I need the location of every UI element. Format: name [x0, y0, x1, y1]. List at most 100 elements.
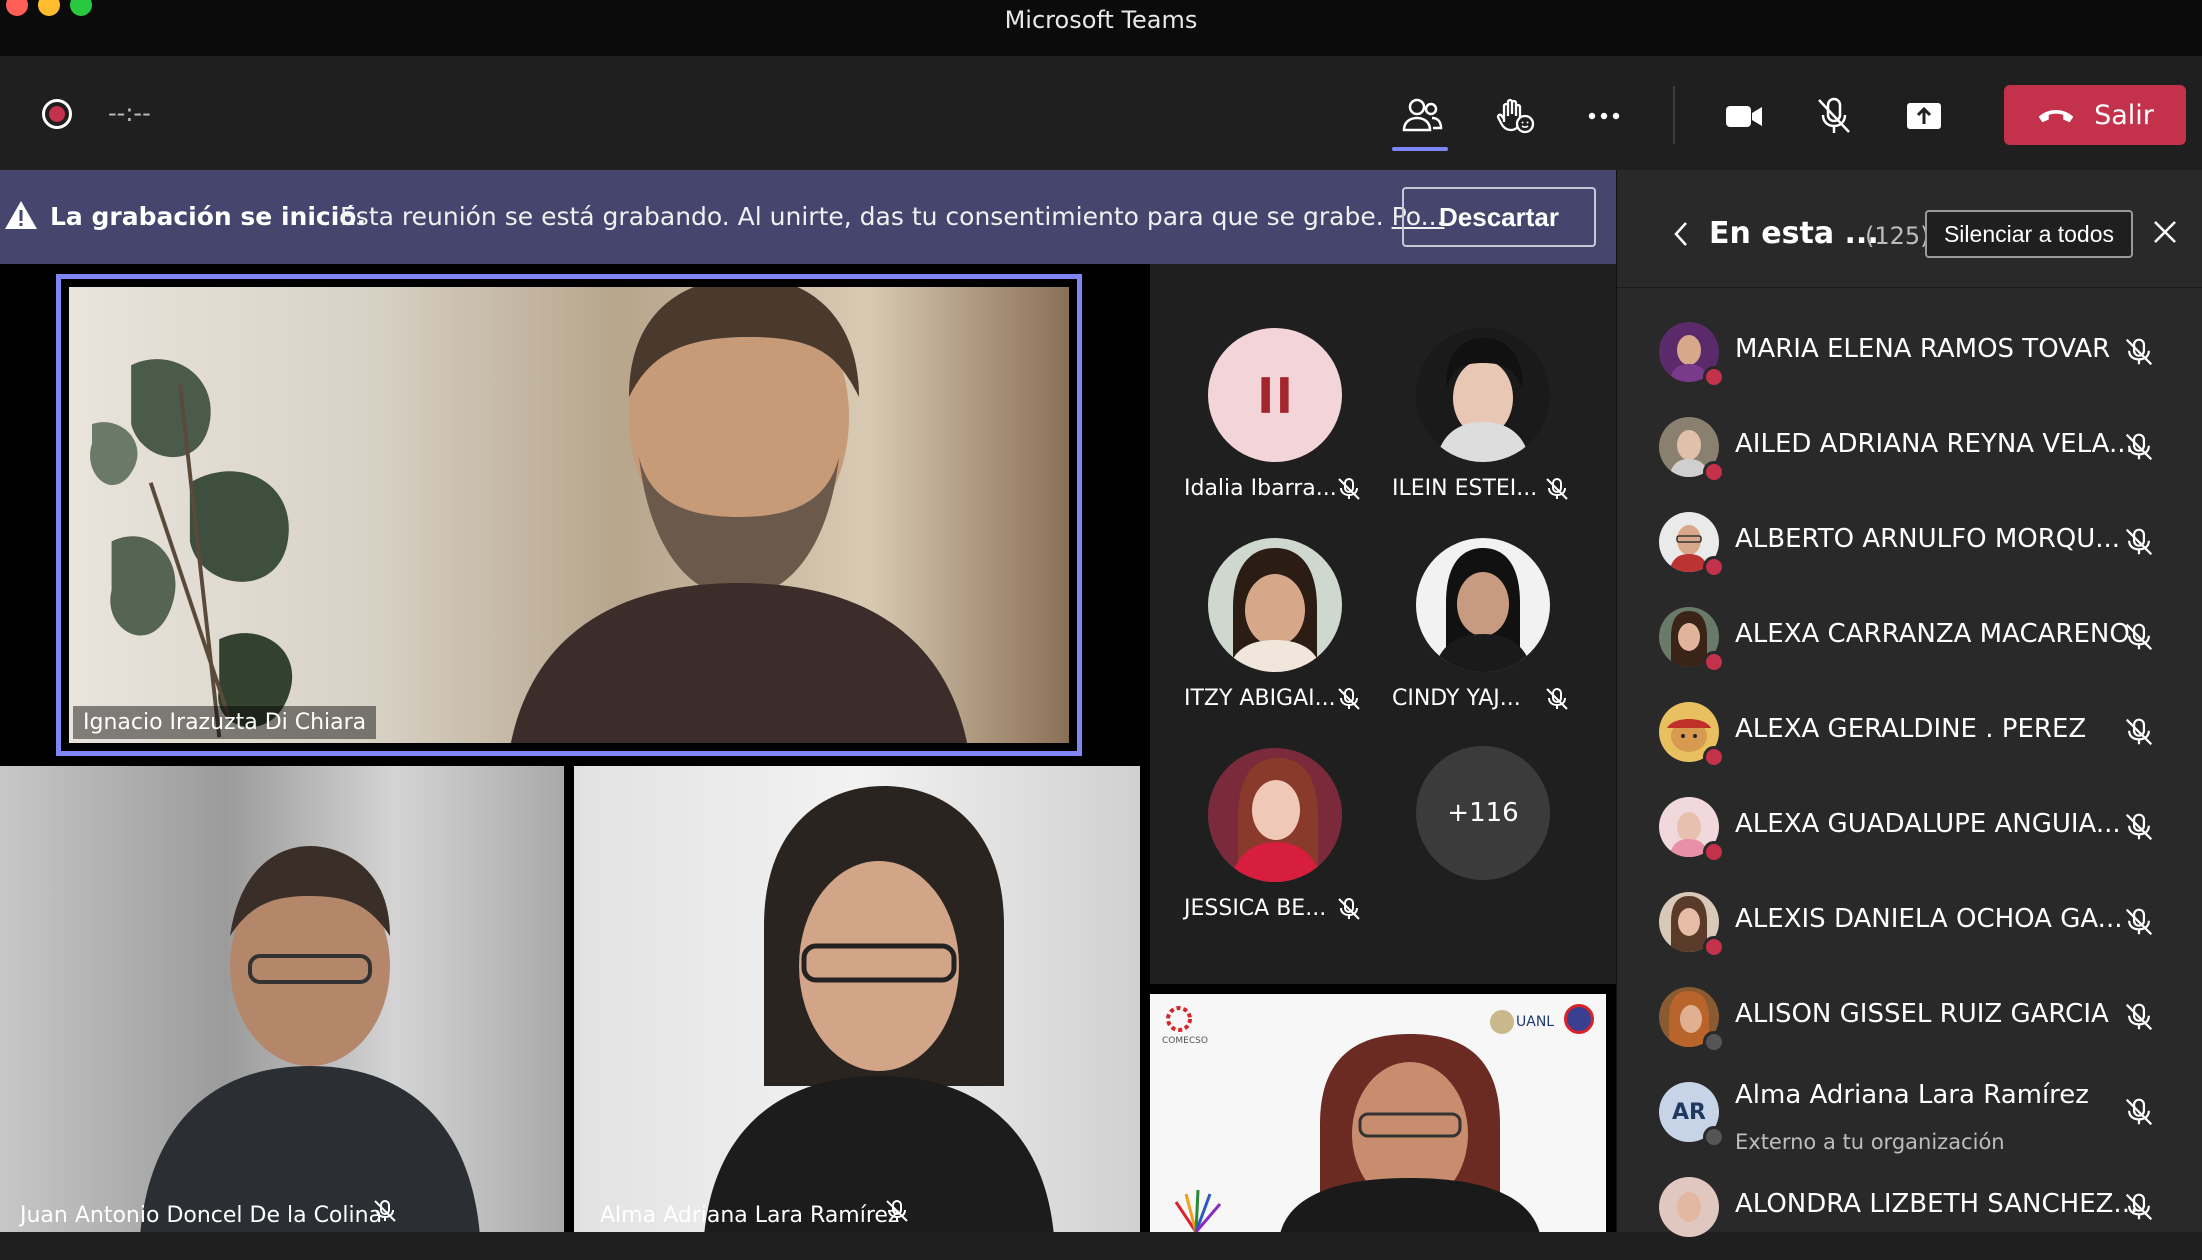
mic-off-icon — [2125, 813, 2153, 841]
avatar-photo — [1228, 548, 1322, 672]
avatar-photo — [1434, 548, 1532, 672]
main-video-tile[interactable]: Ignacio Irazuzta Di Chiara — [56, 274, 1082, 756]
participant-tile[interactable]: Juan Antonio Doncel De la Colina — [0, 766, 564, 1232]
participant-name: Juan Antonio Doncel De la Colina — [20, 1203, 383, 1228]
hang-up-icon — [2038, 110, 2074, 123]
participant-figure — [704, 786, 1054, 1232]
video-stage: Ignacio Irazuzta Di Chiara Juan Antonio … — [0, 264, 1616, 1232]
raise-hand-icon — [1496, 98, 1535, 134]
participant-name: ALEXA CARRANZA MACARENO — [1735, 619, 2130, 649]
title-bar: Microsoft Teams — [0, 0, 2202, 56]
mute-all-button[interactable]: Silenciar a todos — [1925, 210, 2133, 258]
mic-off-icon — [374, 1200, 396, 1222]
participant-name: ALONDRA LIZBETH SANCHEZ... — [1735, 1189, 2139, 1219]
main-speaker-name: Ignacio Irazuzta Di Chiara — [73, 706, 377, 739]
participant-label: JESSICA BE... — [1184, 896, 1327, 921]
participant-label: ITZY ABIGAI... — [1184, 686, 1336, 711]
institution-seal-icon — [1564, 1004, 1594, 1034]
speaker-figure — [511, 287, 967, 743]
mic-off-icon — [1338, 688, 1360, 710]
status-badge — [1703, 1031, 1725, 1053]
more-icon — [1588, 112, 1620, 120]
status-badge — [1703, 936, 1725, 958]
participant-name: ALEXA GUADALUPE ANGUIA... — [1735, 809, 2121, 839]
people-icon — [1402, 98, 1443, 132]
list-item[interactable]: AR Alma Adriana Lara Ramírez Externo a t… — [1617, 1070, 2202, 1165]
mic-button[interactable] — [1804, 86, 1864, 146]
participants-button[interactable] — [1392, 86, 1452, 146]
recording-icon — [42, 99, 72, 129]
mic-off-icon — [1338, 898, 1360, 920]
reactions-button[interactable] — [1484, 86, 1544, 146]
participant-subtitle: Externo a tu organización — [1735, 1130, 2005, 1154]
participant-avatar[interactable] — [1416, 328, 1550, 462]
mic-off-icon — [2125, 908, 2153, 936]
participant-label: Idalia Ibarra... — [1184, 476, 1337, 501]
window-title: Microsoft Teams — [1004, 6, 1198, 34]
status-badge — [1703, 1126, 1725, 1148]
share-screen-icon — [1907, 103, 1941, 129]
panel-header: En esta ... (125) Silenciar a todos — [1617, 170, 2202, 288]
participants-panel: En esta ... (125) Silenciar a todos MARI… — [1616, 170, 2202, 1237]
participant-tile[interactable]: Alma Adriana Lara Ramírez — [574, 766, 1140, 1232]
status-badge — [1703, 841, 1725, 863]
list-item[interactable]: ALEXIS DANIELA OCHOA GA... — [1617, 880, 2202, 975]
list-item[interactable]: ALEXA GUADALUPE ANGUIA... — [1617, 785, 2202, 880]
mic-off-icon — [2125, 623, 2153, 651]
participant-name: MARIA ELENA RAMOS TOVAR — [1735, 334, 2111, 364]
mic-off-icon — [2125, 718, 2153, 746]
participant-label: ILEIN ESTEI... — [1392, 476, 1538, 501]
banner-title: La grabación se inició. — [50, 202, 366, 231]
list-item[interactable]: ALISON GISSEL RUIZ GARCIA — [1617, 975, 2202, 1070]
list-item[interactable]: ALONDRA LIZBETH SANCHEZ... — [1617, 1165, 2202, 1260]
more-options-button[interactable] — [1574, 86, 1634, 146]
list-item[interactable]: ALEXA CARRANZA MACARENO — [1617, 595, 2202, 690]
mic-off-icon — [1338, 478, 1360, 500]
main-video-feed: Ignacio Irazuzta Di Chiara — [69, 287, 1069, 743]
participant-avatar[interactable] — [1416, 538, 1550, 672]
list-item[interactable]: AILED ADRIANA REYNA VELA... — [1617, 405, 2202, 500]
recording-banner: La grabación se inició. Esta reunión se … — [0, 170, 1616, 264]
mic-off-icon — [2125, 1193, 2153, 1221]
participant-name: Alma Adriana Lara Ramírez — [1735, 1080, 2089, 1110]
participant-name: Alma Adriana Lara Ramírez — [600, 1203, 900, 1228]
share-button[interactable] — [1894, 86, 1954, 146]
status-badge — [1703, 366, 1725, 388]
banner-message: Esta reunión se está grabando. Al unirte… — [340, 202, 1445, 231]
panel-title: En esta ... — [1709, 216, 1879, 251]
banner-message-text: Esta reunión se está grabando. Al unirte… — [340, 202, 1392, 231]
dismiss-button[interactable]: Descartar — [1402, 187, 1596, 247]
mic-off-icon — [2125, 1098, 2153, 1126]
presenter-figure — [1280, 1034, 1540, 1232]
comecso-logo-icon — [1166, 1006, 1192, 1032]
status-badge — [1703, 651, 1725, 673]
uanl-shield-icon — [1490, 1010, 1514, 1034]
mic-off-icon — [1546, 688, 1568, 710]
active-tab-indicator — [1392, 147, 1448, 151]
overflow-count[interactable]: +116 — [1416, 746, 1550, 880]
status-badge — [1703, 746, 1725, 768]
warning-icon — [5, 201, 37, 229]
participant-name: AILED ADRIANA REYNA VELA... — [1735, 429, 2134, 459]
toolbar-divider — [1673, 86, 1675, 144]
shared-content-tile[interactable]: COMECSO UANL — [1150, 994, 1606, 1232]
paused-avatar[interactable] — [1208, 328, 1342, 462]
avatar — [1659, 1177, 1719, 1237]
meeting-timer: --:-- — [108, 99, 151, 127]
chevron-left-icon[interactable] — [1671, 220, 1691, 248]
participant-avatar[interactable] — [1208, 538, 1342, 672]
avatar-photo — [1436, 338, 1530, 462]
camera-button[interactable] — [1714, 86, 1774, 146]
mic-off-icon — [2125, 338, 2153, 366]
list-item[interactable]: MARIA ELENA RAMOS TOVAR — [1617, 310, 2202, 405]
comecso-logo-text: COMECSO — [1162, 1036, 1208, 1046]
mic-off-icon — [2125, 528, 2153, 556]
meeting-toolbar: --:-- Salir — [0, 56, 2202, 170]
leave-button[interactable]: Salir — [2004, 85, 2186, 145]
list-item[interactable]: ALEXA GERALDINE . PEREZ — [1617, 690, 2202, 785]
list-item[interactable]: ALBERTO ARNULFO MORQU... — [1617, 500, 2202, 595]
mic-off-icon — [1818, 97, 1850, 133]
participant-avatar[interactable] — [1208, 748, 1342, 882]
close-icon[interactable] — [2151, 218, 2179, 246]
mic-off-icon — [2125, 433, 2153, 461]
